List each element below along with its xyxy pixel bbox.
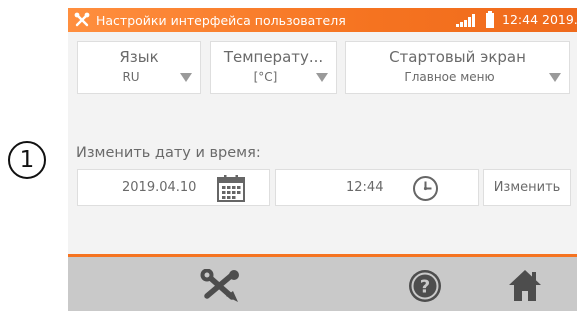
device-screen: Настройки интерфейса пользователя 12:44 … [68,8,577,311]
language-value: RU [122,70,140,84]
start-screen-label: Стартовый экран [389,48,526,66]
temperature-label: Температу... [223,48,324,66]
status-title: Настройки интерфейса пользователя [96,12,346,28]
callout-number: 1 [19,147,35,173]
battery-icon [486,11,494,28]
time-field[interactable]: 12:44 [275,169,479,206]
callout-marker: 1 [8,141,46,179]
temperature-value: [°C] [253,70,278,84]
bottom-bar: ? [68,257,577,311]
date-field[interactable]: 2019.04.10 [77,169,270,206]
start-screen-value: Главное меню [404,70,495,84]
status-clock: 12:44 2019.04.10 [502,12,577,27]
language-dropdown[interactable]: Язык RU [77,41,201,94]
home-icon[interactable] [508,269,542,302]
tools-icon [74,12,90,27]
settings-tools-icon[interactable] [198,269,242,303]
change-button-label: Изменить [493,180,561,195]
help-icon[interactable]: ? [408,269,442,303]
calendar-icon [217,175,245,202]
time-value: 12:44 [346,180,384,195]
start-screen-dropdown[interactable]: Стартовый экран Главное меню [345,41,570,94]
status-bar: Настройки интерфейса пользователя 12:44 … [68,8,577,32]
language-label: Язык [119,48,159,66]
chevron-down-icon [180,73,192,82]
change-datetime-button[interactable]: Изменить [483,169,571,206]
signal-icon [456,14,475,27]
clock-icon [413,176,438,201]
chevron-down-icon [316,73,328,82]
temperature-dropdown[interactable]: Температу... [°C] [210,41,337,94]
chevron-down-icon [549,73,561,82]
date-value: 2019.04.10 [122,180,197,195]
svg-text:?: ? [420,277,430,298]
datetime-section-label: Изменить дату и время: [76,145,261,161]
